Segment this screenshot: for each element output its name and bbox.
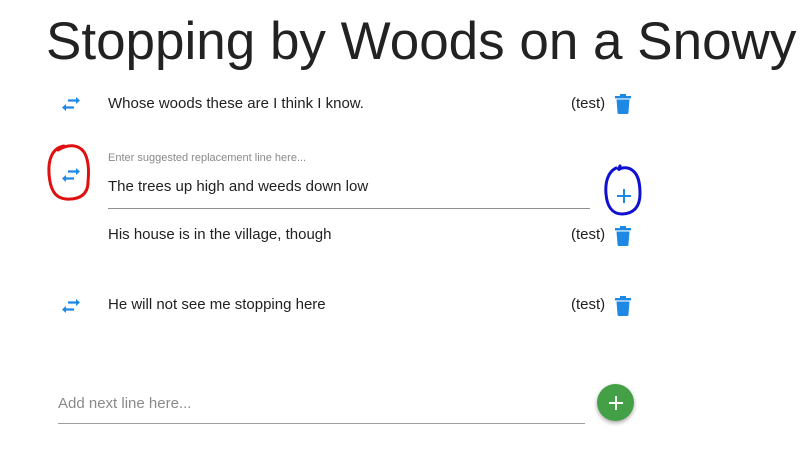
suggestion-label: Enter suggested replacement line here...	[108, 152, 307, 164]
page-title: Stopping by Woods on a Snowy	[46, 12, 797, 71]
swap-button[interactable]	[56, 160, 86, 190]
line-text: Whose woods these are I think I know.	[108, 95, 364, 112]
add-line-button[interactable]	[597, 384, 634, 421]
line-author: (test)	[571, 296, 606, 313]
swap-button[interactable]	[56, 291, 86, 321]
add-line-underline	[58, 423, 585, 424]
line-author: (test)	[571, 95, 606, 112]
delete-button[interactable]	[608, 291, 638, 321]
line-text: His house is in the village, though	[108, 226, 332, 243]
add-suggestion-button[interactable]	[609, 181, 639, 211]
plus-icon	[608, 395, 623, 410]
add-line-input[interactable]	[58, 391, 585, 415]
delete-button[interactable]	[608, 221, 638, 251]
swap-button[interactable]	[56, 89, 86, 119]
swap-horiz-icon	[62, 168, 80, 182]
swap-horiz-icon	[62, 97, 80, 111]
swap-horiz-icon	[62, 299, 80, 313]
trash-icon	[615, 296, 631, 316]
trash-icon	[615, 94, 631, 114]
trash-icon	[615, 226, 631, 246]
suggestion-underline	[108, 208, 590, 209]
line-text: He will not see me stopping here	[108, 296, 326, 313]
delete-button[interactable]	[608, 89, 638, 119]
page: Stopping by Woods on a Snowy Whose woods…	[0, 0, 802, 467]
line-author: (test)	[571, 226, 606, 243]
plus-icon	[617, 189, 631, 203]
suggestion-input[interactable]	[108, 175, 590, 197]
